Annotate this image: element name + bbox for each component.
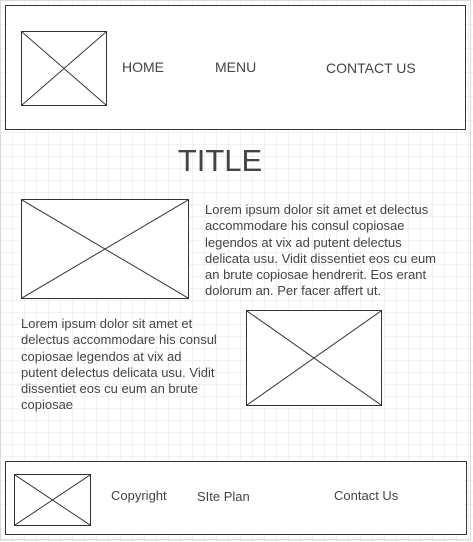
image-placeholder-icon	[15, 475, 90, 525]
content-paragraph-2: Lorem ipsum dolor sit amet et delectus a…	[21, 316, 217, 413]
footer-logo-placeholder[interactable]	[14, 474, 91, 526]
content-paragraph-1: Lorem ipsum dolor sit amet et delectus a…	[205, 202, 437, 299]
content-image-2	[246, 310, 382, 406]
page-title: TITLE	[177, 143, 263, 178]
nav-home-link[interactable]: HOME	[122, 59, 164, 75]
footer-contact-us-link[interactable]: Contact Us	[334, 488, 398, 503]
header: HOME MENU CONTACT US	[5, 5, 466, 130]
image-placeholder-icon	[22, 200, 188, 298]
nav-menu-link[interactable]: MENU	[215, 59, 256, 75]
footer-copyright-link[interactable]: Copyright	[111, 488, 167, 503]
content-image-1	[21, 199, 189, 299]
header-logo-placeholder[interactable]	[21, 31, 107, 106]
image-placeholder-icon	[22, 32, 106, 105]
image-placeholder-icon	[247, 311, 381, 405]
nav-contact-us-link[interactable]: CONTACT US	[326, 60, 416, 76]
footer: Copyright SIte Plan Contact Us	[5, 461, 467, 535]
footer-site-plan-link[interactable]: SIte Plan	[197, 489, 250, 504]
